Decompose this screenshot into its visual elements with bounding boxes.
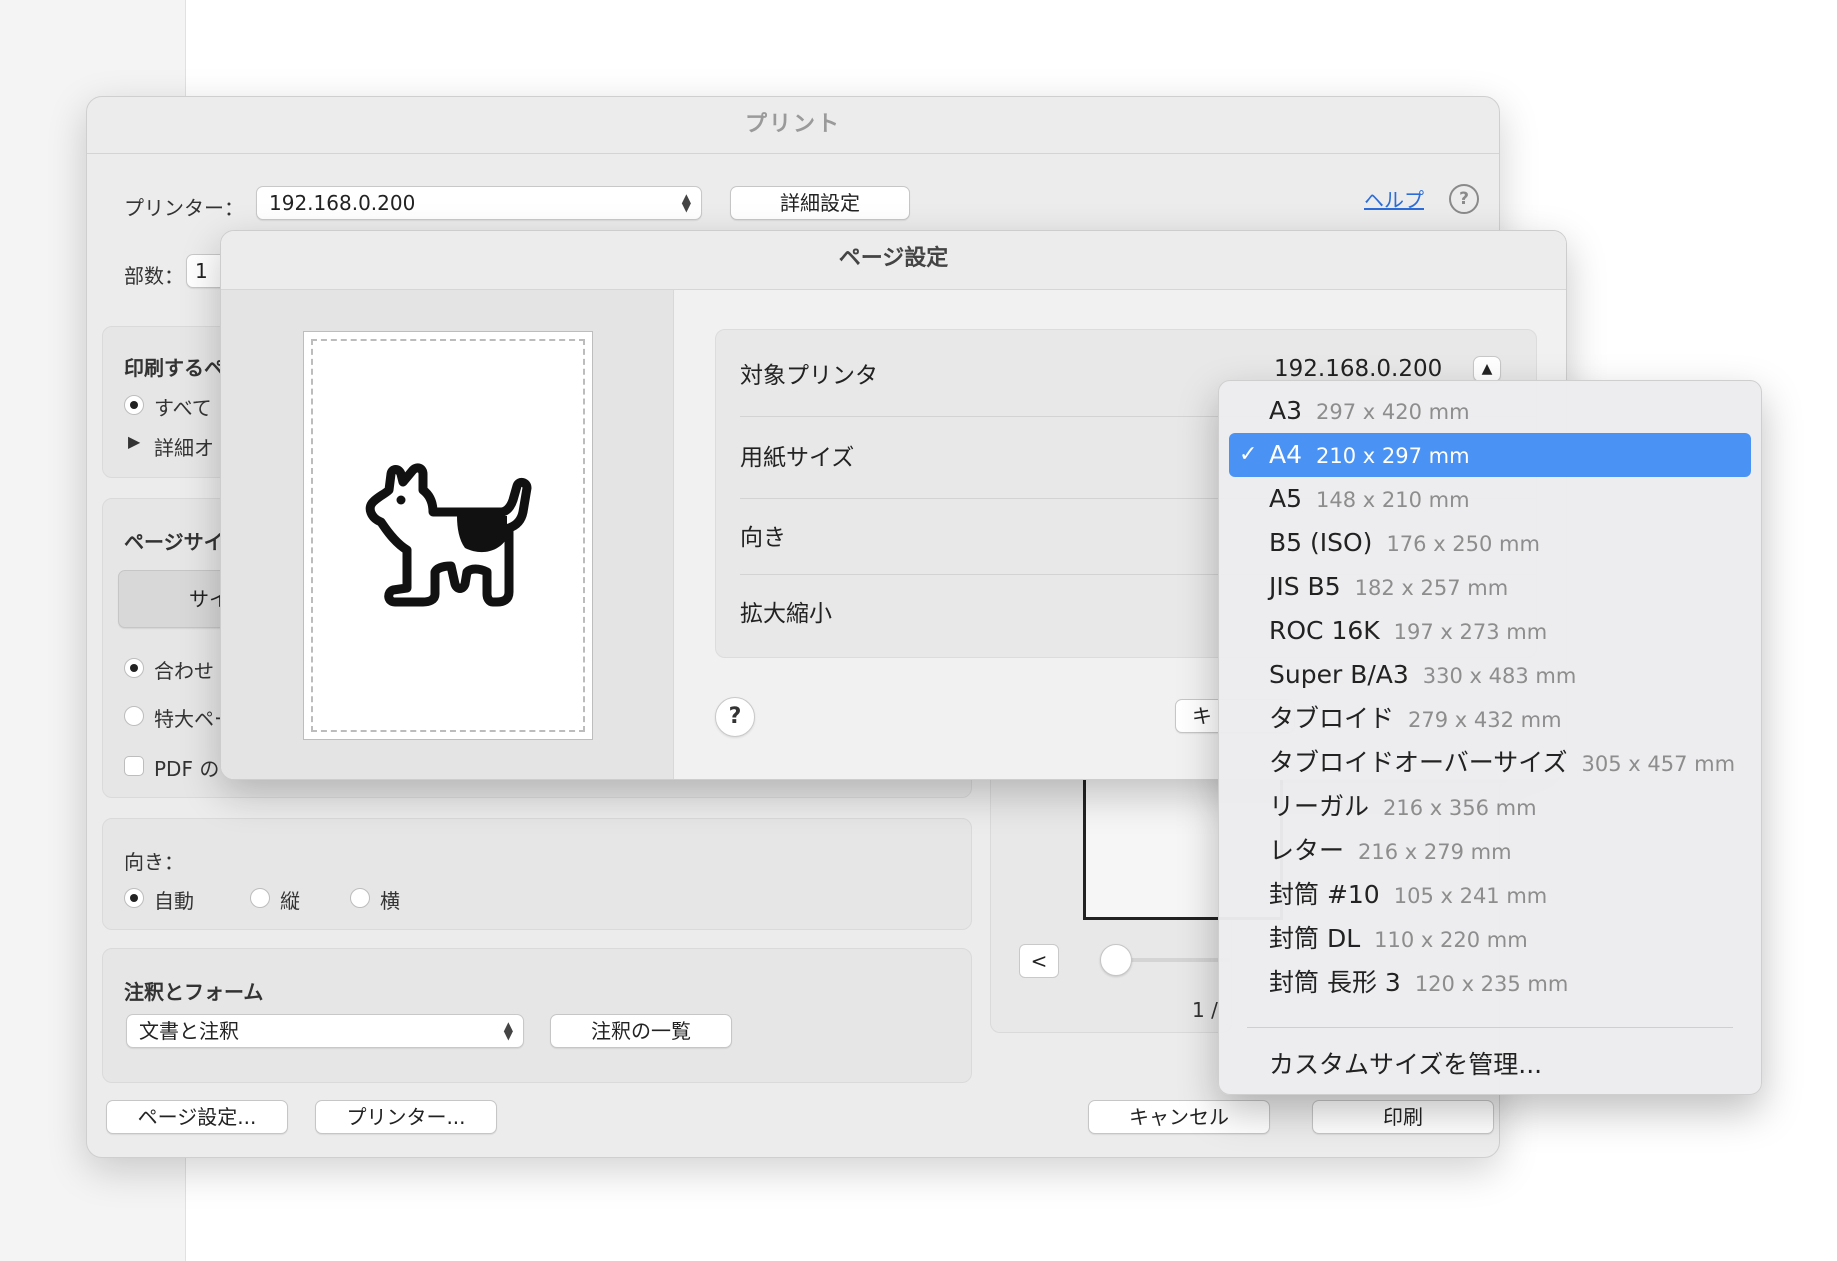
printer-label: プリンター： [124,196,244,220]
menu-item-roc-16k[interactable]: ROC 16K 197 x 273 mm [1229,609,1751,653]
menu-item-name: B5 (ISO) [1269,528,1373,557]
menu-item-name: A3 [1269,396,1303,425]
orientation-section [102,818,972,930]
orientation-landscape-radio[interactable] [350,888,370,908]
preview-prev-button[interactable]: < [1019,944,1059,978]
checkmark-icon: ✓ [1239,442,1258,467]
menu-item-name: 封筒 DL [1269,924,1361,953]
pdf-label: PDF の [154,757,220,781]
menu-item-dims: 216 x 356 mm [1383,796,1537,820]
menu-item-dims: 197 x 273 mm [1393,620,1548,644]
orientation-label: 向き： [124,850,184,874]
copies-label: 部数： [124,264,184,288]
menu-item-dims: 110 x 220 mm [1374,928,1528,952]
menu-item-super-b-a3[interactable]: Super B/A3 330 x 483 mm [1229,653,1751,697]
printer-button[interactable]: プリンター... [315,1100,497,1134]
menu-item-a3[interactable]: A3 297 x 420 mm [1229,389,1751,433]
dogcow-icon [365,463,532,607]
menu-item-dims: 216 x 279 mm [1358,840,1512,864]
menu-item-name: JIS B5 [1269,572,1341,601]
orientation-auto-radio[interactable] [124,888,144,908]
menu-item-name: レター [1269,836,1345,865]
cancel-button[interactable]: キャンセル [1088,1100,1270,1134]
menu-item-name: Super B/A3 [1269,660,1409,689]
menu-item-name: A5 [1269,484,1303,513]
menu-item-tabloid[interactable]: タブロイド 279 x 432 mm [1229,697,1751,741]
orientation-setup-label: 向き [740,525,786,551]
menu-item-dims: 279 x 432 mm [1408,708,1562,732]
details-button[interactable]: 詳細設定 [730,186,910,220]
menu-separator [1247,1027,1733,1028]
poster-radio[interactable] [124,706,144,726]
menu-item-legal[interactable]: リーガル 216 x 356 mm [1229,785,1751,829]
paper-preview-pane [221,290,674,779]
print-dialog-title: プリント [87,97,1499,154]
printer-value: 192.168.0.200 [269,191,416,215]
menu-item-envelope-chokei-3[interactable]: 封筒 長形 3 120 x 235 mm [1229,961,1751,1005]
annotations-value: 文書と注釈 [139,1019,239,1043]
menu-item-dims: 105 x 241 mm [1393,884,1548,908]
menu-item-jis-b5[interactable]: JIS B5 182 x 257 mm [1229,565,1751,609]
print-button[interactable]: 印刷 [1312,1100,1494,1134]
menu-item-dims: 330 x 483 mm [1422,664,1577,688]
updown-chevron-icon: ▲ ▼ [503,1019,513,1042]
printer-popup[interactable]: 192.168.0.200 ▲ ▼ [256,186,702,220]
menu-item-name: リーガル [1269,792,1370,821]
paper-preview [303,331,593,740]
help-link[interactable]: ヘルプ [1364,184,1424,213]
menu-item-letter[interactable]: レター 216 x 279 mm [1229,829,1751,873]
menu-item-dims: 297 x 420 mm [1316,400,1470,424]
menu-item-dims: 182 x 257 mm [1354,576,1509,600]
target-printer-value[interactable]: 192.168.0.200 [1274,356,1442,382]
menu-item-tabloid-oversize[interactable]: タブロイドオーバーサイズ 305 x 457 mm [1229,741,1751,785]
scale-label: 拡大縮小 [740,601,832,627]
menu-item-name: A4 [1269,440,1303,469]
menu-item-dims: 148 x 210 mm [1316,488,1470,512]
page-size-section-title: ページサイ [124,530,224,554]
menu-item-envelope-10[interactable]: 封筒 #10 105 x 241 mm [1229,873,1751,917]
pages-all-label: すべて [154,396,212,420]
target-printer-popup-icon[interactable]: ▲ [1473,356,1501,382]
fit-radio[interactable] [124,658,144,678]
pdf-checkbox[interactable] [124,756,144,776]
pages-section-title: 印刷するペ [124,356,224,380]
updown-chevron-icon: ▲ ▼ [681,191,691,214]
menu-item-a4[interactable]: ✓ A4 210 x 297 mm [1229,433,1751,477]
orientation-portrait-radio[interactable] [250,888,270,908]
annotations-popup[interactable]: 文書と注釈 ▲ ▼ [126,1014,524,1048]
annotations-list-button[interactable]: 注釈の一覧 [550,1014,732,1048]
menu-item-dims: 120 x 235 mm [1414,972,1569,996]
page-setup-help-icon[interactable]: ? [715,697,755,737]
menu-item-envelope-dl[interactable]: 封筒 DL 110 x 220 mm [1229,917,1751,961]
page-setup-button[interactable]: ページ設定... [106,1100,288,1134]
details-disclosure-label: 詳細オ [154,436,214,460]
menu-item-name: ROC 16K [1269,616,1380,645]
menu-item-dims: 210 x 297 mm [1316,444,1470,468]
menu-item-name: タブロイド [1269,704,1395,733]
paper-size-menu: A3 297 x 420 mm ✓ A4 210 x 297 mm A5 148 x … [1218,380,1762,1095]
menu-item-name: 封筒 長形 3 [1269,968,1401,997]
fit-label: 合わせ [154,659,214,683]
menu-item-b5-iso[interactable]: B5 (ISO) 176 x 250 mm [1229,521,1751,565]
menu-item-dims: 305 x 457 mm [1581,752,1736,776]
copies-value: 1 [195,259,208,283]
preview-zoom-slider-knob[interactable] [1100,944,1132,976]
manage-custom-sizes-label: カスタムサイズを管理... [1269,1050,1543,1079]
orientation-portrait-label: 縦 [280,889,300,913]
annotations-title: 注釈とフォーム [124,980,264,1004]
orientation-auto-label: 自動 [154,889,194,913]
orientation-landscape-label: 横 [380,889,400,913]
paper-size-label: 用紙サイズ [740,445,855,471]
disclosure-triangle-icon[interactable]: ▶ [128,432,140,451]
pages-all-radio[interactable] [124,395,144,415]
menu-item-dims: 176 x 250 mm [1386,532,1540,556]
help-icon[interactable]: ? [1449,184,1479,214]
menu-item-a5[interactable]: A5 148 x 210 mm [1229,477,1751,521]
menu-item-manage-custom-sizes[interactable]: カスタムサイズを管理... [1229,1043,1751,1087]
menu-item-name: 封筒 #10 [1269,880,1380,909]
preview-page-counter: 1 / [1192,998,1218,1022]
target-printer-label: 対象プリンタ [740,363,878,389]
page-setup-title: ページ設定 [221,231,1566,290]
menu-item-name: タブロイドオーバーサイズ [1269,748,1568,777]
